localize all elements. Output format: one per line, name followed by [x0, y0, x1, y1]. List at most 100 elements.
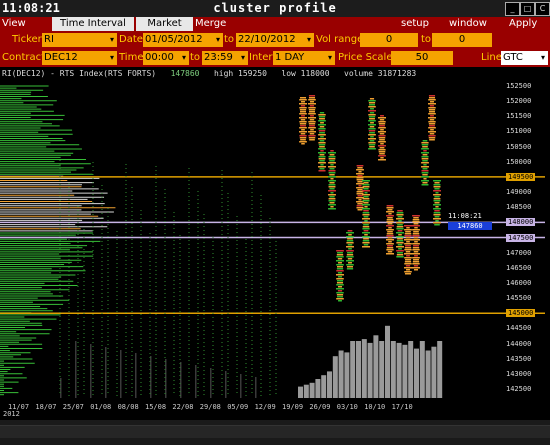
interval-select[interactable]: 1 DAY ▾: [273, 51, 335, 65]
menu-view-dom[interactable]: View DOM: [2, 17, 52, 43]
cluster-bar: [412, 257, 420, 259]
volume-bar: [385, 325, 390, 398]
cluster-bar: [319, 118, 325, 120]
cluster-bar: [386, 253, 394, 255]
cluster-bar: [368, 142, 376, 144]
cluster-bar: [404, 273, 412, 275]
cluster-bar: [386, 235, 394, 237]
cluster-bar: [421, 180, 429, 182]
cluster-bar: [336, 292, 344, 294]
cluster-bar: [346, 254, 354, 256]
cluster-bar: [380, 143, 384, 145]
cluster-bar: [379, 133, 385, 135]
cluster-bar: [319, 140, 325, 142]
cluster-bar: [378, 127, 386, 129]
time-to-field[interactable]: 23:59 ▾: [202, 51, 248, 65]
cluster-bar: [397, 224, 403, 226]
cluster-bar: [404, 267, 412, 269]
cluster-bar: [318, 128, 326, 130]
cluster-bar: [328, 162, 336, 164]
cluster-bar: [386, 229, 394, 231]
volume-bar: [373, 335, 379, 398]
vol-to-field[interactable]: 0: [432, 33, 492, 47]
close-button[interactable]: C: [535, 2, 550, 16]
cluster-bar: [421, 148, 429, 150]
line-select[interactable]: GTC ▾: [501, 51, 548, 65]
cluster-bar: [318, 124, 326, 126]
cluster-bar: [301, 143, 305, 145]
cluster-bar: [387, 223, 393, 225]
maximize-button[interactable]: □: [520, 2, 535, 16]
cluster-bar: [328, 208, 336, 210]
filter-row-1: Ticker RI ▾ Date 01/05/2012 ▾ to 22/10/201…: [0, 31, 550, 49]
menu-time-interval[interactable]: Time Interval: [52, 17, 134, 31]
cluster-bar: [379, 119, 385, 121]
setup-button[interactable]: setup: [401, 17, 429, 31]
cluster-bar: [428, 117, 436, 119]
date-to-field[interactable]: 22/10/2012 ▾: [236, 33, 314, 47]
cluster-bar: [336, 256, 344, 258]
cluster-bar: [338, 300, 342, 302]
cluster-bar: [406, 269, 410, 271]
cluster-bar: [300, 119, 306, 121]
cluster-bar: [433, 204, 441, 206]
cluster-bar: [428, 107, 436, 109]
cluster-bar: [422, 182, 428, 184]
menu-merge-contr[interactable]: Merge Contr: [195, 17, 255, 43]
cluster-bar: [380, 157, 384, 159]
cluster-bar: [404, 233, 412, 235]
time-from-field[interactable]: 00:00 ▾: [143, 51, 189, 65]
cluster-bar: [337, 296, 343, 298]
cluster-bar: [404, 257, 412, 259]
contract-select[interactable]: DEC12 ▾: [42, 51, 117, 65]
cluster-bar: [364, 206, 368, 208]
cluster-bar: [299, 107, 307, 109]
cluster-bar: [396, 226, 404, 228]
minimize-button[interactable]: _: [505, 2, 520, 16]
vol-from-field[interactable]: 0: [360, 33, 418, 47]
cluster-bar: [363, 244, 369, 246]
date-from-field[interactable]: 01/05/2012 ▾: [143, 33, 223, 47]
cluster-bar: [396, 214, 404, 216]
cluster-bar: [309, 111, 315, 113]
cluster-bar: [328, 204, 336, 206]
cluster-bar: [406, 227, 410, 229]
y-tick-label: 150500: [506, 142, 532, 151]
cluster-bar: [347, 230, 353, 232]
cluster-bar: [368, 106, 376, 108]
cluster-bar: [433, 186, 441, 188]
cluster-bar: [398, 248, 402, 250]
cluster-bar: [336, 268, 344, 270]
time-label: Time: [119, 52, 144, 63]
cluster-bar: [300, 101, 306, 103]
cluster-bar: [413, 237, 419, 239]
cluster-bar: [386, 225, 394, 227]
cluster-bar: [386, 219, 394, 221]
cluster-bar: [433, 190, 441, 192]
cluster-bar: [406, 241, 410, 243]
ticker-select[interactable]: RI ▾: [42, 33, 117, 47]
cluster-bar: [396, 240, 404, 242]
cluster-bar: [388, 241, 392, 243]
cluster-bar: [396, 232, 404, 234]
cluster-bar: [405, 259, 411, 261]
level-tag: 148000: [506, 218, 536, 227]
cluster-bar: [421, 156, 429, 158]
cluster-bar: [318, 134, 326, 136]
cluster-bar: [370, 136, 374, 138]
cluster-bar: [428, 137, 436, 139]
cluster-bar: [308, 135, 316, 137]
menu-market-watch[interactable]: Market Watch: [136, 17, 193, 43]
cluster-bar: [346, 264, 354, 266]
cluster-bar: [299, 121, 307, 123]
window-menu-button[interactable]: window: [449, 17, 487, 31]
vol-range-label: Vol range: [316, 34, 364, 45]
cluster-bar: [433, 222, 441, 224]
volume-bar: [408, 341, 414, 398]
cluster-bar: [396, 242, 404, 244]
price-scale-field[interactable]: 50: [391, 51, 453, 65]
apply-button[interactable]: Apply: [509, 17, 537, 31]
volume-bar: [431, 346, 437, 398]
cluster-bar: [434, 210, 440, 212]
horizontal-scrollbar[interactable]: [0, 425, 550, 438]
